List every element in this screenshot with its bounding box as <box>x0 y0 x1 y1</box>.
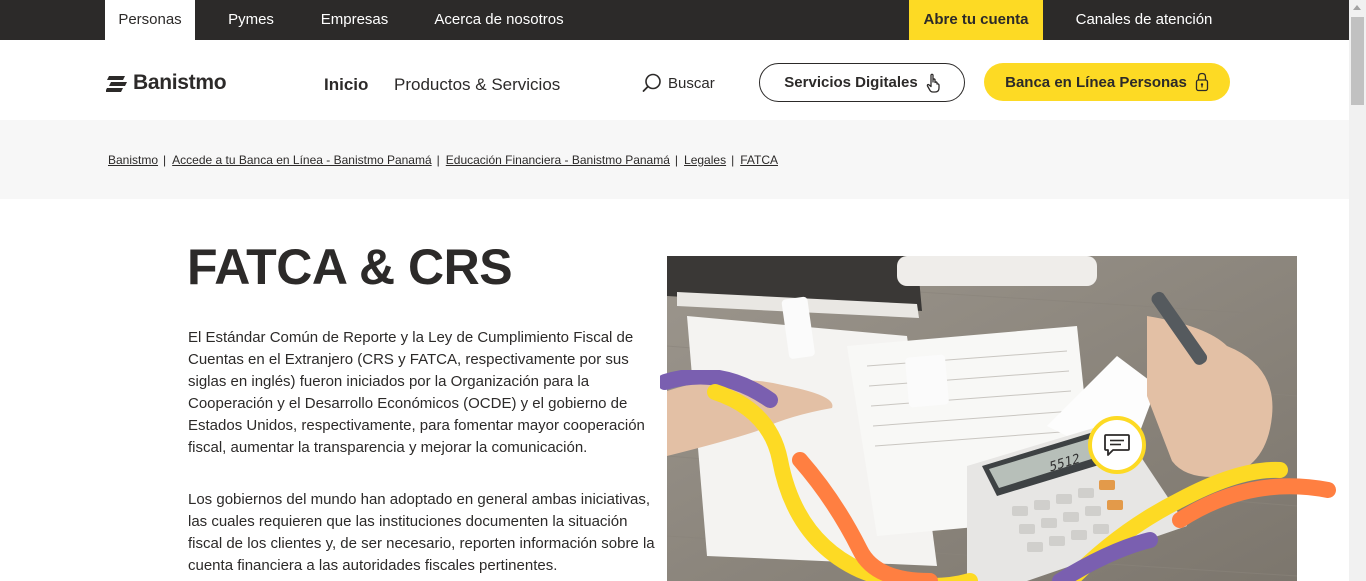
touch-hand-icon <box>926 73 940 93</box>
nav-inicio[interactable]: Inicio <box>324 75 368 95</box>
breadcrumb-separator: | <box>436 153 440 167</box>
breadcrumb: Banistmo | Accede a tu Banca en Línea - … <box>108 153 778 167</box>
page-scrollbar[interactable] <box>1349 0 1366 581</box>
tab-empresas[interactable]: Empresas <box>308 0 401 40</box>
digital-services-label: Servicios Digitales <box>784 74 918 91</box>
page-title: FATCA & CRS <box>187 239 513 295</box>
online-banking-button[interactable]: Banca en Línea Personas <box>984 63 1230 101</box>
breadcrumb-link-fatca[interactable]: FATCA <box>740 153 778 167</box>
top-bar: Personas Pymes Empresas Acerca de nosotr… <box>0 0 1349 40</box>
breadcrumb-link-legales[interactable]: Legales <box>684 153 726 167</box>
logo-text: Banistmo <box>133 71 227 94</box>
tab-acerca[interactable]: Acerca de nosotros <box>421 0 577 40</box>
breadcrumb-separator: | <box>674 153 679 167</box>
scroll-up-arrow-icon[interactable] <box>1353 5 1361 10</box>
lock-icon <box>1195 72 1209 92</box>
decorative-ribbons <box>660 370 1336 581</box>
banistmo-logo-mark-icon <box>106 76 127 92</box>
tab-personas[interactable]: Personas <box>105 0 195 40</box>
search-button[interactable]: Buscar <box>642 72 715 94</box>
digital-services-button[interactable]: Servicios Digitales <box>759 63 965 102</box>
banistmo-logo[interactable]: Banistmo <box>106 71 227 95</box>
breadcrumb-separator: | <box>731 153 735 167</box>
breadcrumb-link-educacion-financiera[interactable]: Educación Financiera - Banistmo Panamá <box>446 153 670 167</box>
main-header: Banistmo Inicio Productos & Servicios Bu… <box>0 40 1349 120</box>
breadcrumb-separator: | <box>163 153 167 167</box>
tab-pymes[interactable]: Pymes <box>214 0 288 40</box>
breadcrumb-bar: Banistmo | Accede a tu Banca en Línea - … <box>0 120 1349 199</box>
search-icon <box>642 73 661 92</box>
chat-icon <box>1104 434 1130 456</box>
chat-button[interactable] <box>1088 416 1146 474</box>
support-channels-link[interactable]: Canales de atención <box>1062 0 1226 40</box>
open-account-button[interactable]: Abre tu cuenta <box>909 0 1043 40</box>
intro-paragraph: El Estándar Común de Reporte y la Ley de… <box>188 329 645 456</box>
scroll-thumb[interactable] <box>1351 17 1364 105</box>
online-banking-label: Banca en Línea Personas <box>1005 73 1187 91</box>
breadcrumb-link-banca-en-linea[interactable]: Accede a tu Banca en Línea - Banistmo Pa… <box>172 153 432 167</box>
breadcrumb-link-banistmo[interactable]: Banistmo <box>108 153 158 167</box>
second-paragraph: Los gobiernos del mundo han adoptado en … <box>188 491 655 574</box>
search-label: Buscar <box>668 74 715 92</box>
nav-productos-servicios[interactable]: Productos & Servicios <box>394 75 560 95</box>
